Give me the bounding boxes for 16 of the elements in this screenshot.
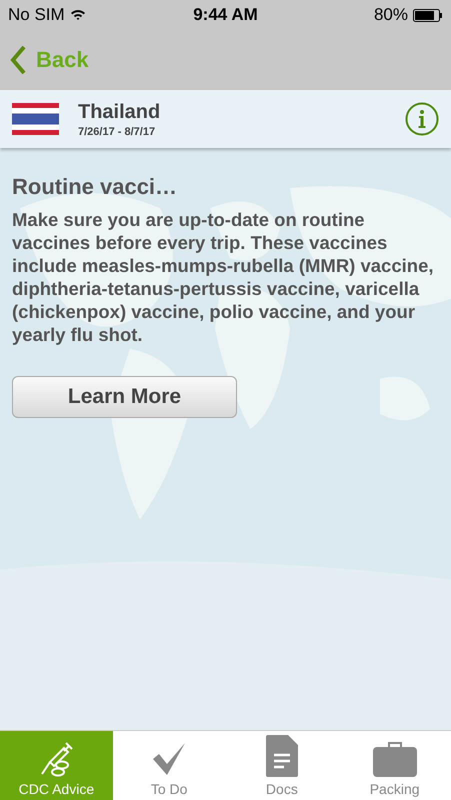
advice-title: Routine vacci… xyxy=(12,174,178,200)
country-name: Thailand xyxy=(78,100,162,124)
advice-text: Make sure you are up-to-date on routine vaccines before every trip. These vaccines include measles-mumps-rubella (MMR) vaccine, diphtheria-tetanus-pertussis vaccine, varicella (chickenpox) vaccine, polio vaccine, and your yearly flu shot. xyxy=(12,208,435,346)
battery-percent: 80% xyxy=(374,5,408,25)
trip-dates: 7/26/17 - 8/7/17 xyxy=(78,126,156,138)
document-icon xyxy=(266,735,298,777)
clock-time: 9:44 AM xyxy=(193,5,258,25)
battery-icon xyxy=(413,8,443,22)
tab[interactable]: CDC Advice xyxy=(0,731,113,800)
info-icon[interactable] xyxy=(405,102,439,136)
learn-more-button[interactable]: Learn More xyxy=(12,376,237,418)
carrier-label: No SIM xyxy=(8,5,65,25)
wifi-icon xyxy=(70,9,86,21)
flag-icon xyxy=(12,103,59,135)
suitcase-icon xyxy=(372,741,417,777)
chevron-left-icon xyxy=(10,45,26,75)
